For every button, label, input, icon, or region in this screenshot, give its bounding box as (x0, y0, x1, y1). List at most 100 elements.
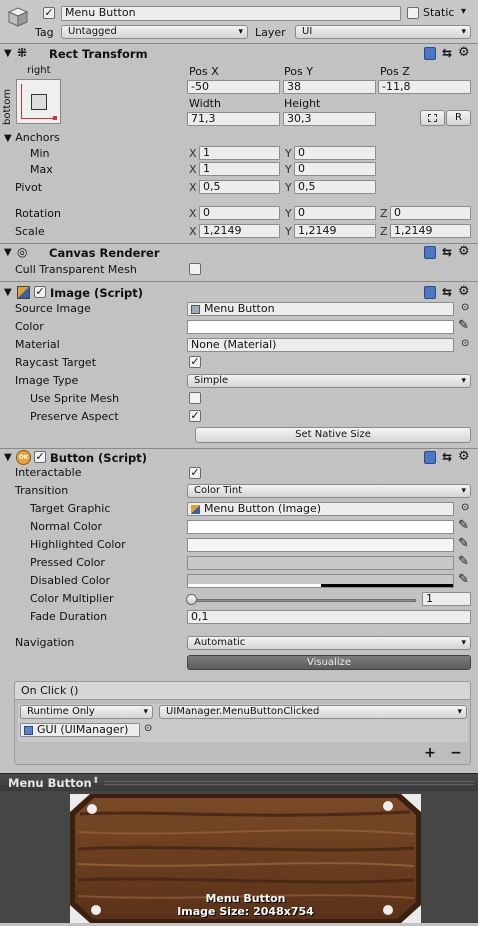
interactable-checkbox[interactable]: ✓ (189, 467, 201, 479)
gear-icon[interactable]: ⚙ (458, 450, 470, 464)
gear-icon[interactable]: ⚙ (458, 46, 470, 60)
target-object-picker-icon[interactable]: ⊙ (144, 723, 152, 734)
visualize-button[interactable]: Visualize (187, 655, 471, 670)
use-sprite-mesh-checkbox[interactable] (189, 392, 201, 404)
target-object-field[interactable]: GUI (UIManager) (20, 723, 140, 737)
color-multiplier-field[interactable]: 1 (422, 592, 471, 606)
gear-icon[interactable]: ⚙ (458, 245, 470, 259)
normal-color-swatch[interactable] (187, 520, 454, 534)
anchor-min-label: Min (30, 147, 50, 160)
rotation-x-field[interactable]: 0 (199, 206, 280, 220)
image-type-dropdown[interactable]: Simple (187, 374, 471, 388)
foldout-arrow-icon[interactable]: ▼ (4, 48, 12, 59)
preview-drag-handle[interactable] (104, 781, 474, 785)
cube-icon (7, 6, 29, 28)
rotation-z-field[interactable]: 0 (390, 206, 471, 220)
eyedropper-icon[interactable]: ✎ (458, 537, 469, 551)
height-field[interactable]: 30,3 (283, 112, 376, 126)
pos-z-field[interactable]: -11,8 (378, 80, 471, 94)
material-field[interactable]: None (Material) (187, 338, 454, 352)
preset-icon[interactable]: ⇆ (442, 286, 452, 299)
button-enabled-checkbox[interactable]: ✓ (34, 451, 46, 463)
pos-y-field[interactable]: 38 (283, 80, 376, 94)
target-graphic-field[interactable]: Menu Button (Image) (187, 502, 454, 516)
fade-duration-field[interactable]: 0,1 (187, 610, 471, 624)
rotation-y-field[interactable]: 0 (294, 206, 376, 220)
runtime-dropdown[interactable]: Runtime Only (20, 705, 153, 719)
preserve-aspect-checkbox[interactable]: ✓ (189, 410, 201, 422)
tag-label: Tag (35, 26, 54, 39)
object-name-field[interactable]: Menu Button (61, 6, 401, 21)
raw-edit-button[interactable]: R (446, 110, 471, 126)
target-graphic-picker-icon[interactable]: ⊙ (461, 502, 469, 513)
help-book-icon[interactable] (424, 246, 436, 259)
function-dropdown[interactable]: UIManager.MenuButtonClicked (159, 705, 467, 719)
static-checkbox[interactable] (407, 7, 419, 19)
rect-transform-title: Rect Transform (49, 47, 148, 61)
blueprint-mode-button[interactable] (420, 110, 445, 126)
cull-transparent-checkbox[interactable] (189, 263, 201, 275)
pivot-y-field[interactable]: 0,5 (294, 180, 376, 194)
sprite-icon (191, 305, 200, 314)
add-listener-button[interactable]: + (419, 746, 441, 762)
inspector-header: ✓ Menu Button Static ▾ Tag Untagged Laye… (0, 0, 478, 44)
transition-dropdown[interactable]: Color Tint (187, 484, 471, 498)
scale-y-axis: Y (285, 225, 292, 238)
disabled-color-swatch[interactable] (187, 574, 454, 588)
scale-z-field[interactable]: 1,2149 (390, 224, 471, 238)
width-field[interactable]: 71,3 (187, 112, 280, 126)
anchors-foldout[interactable]: ▼ Anchors (4, 131, 60, 144)
static-dropdown-icon[interactable]: ▾ (461, 6, 466, 17)
source-image-field[interactable]: Menu Button (187, 302, 454, 316)
image-enabled-checkbox[interactable]: ✓ (34, 286, 46, 298)
eyedropper-icon[interactable]: ✎ (458, 555, 469, 569)
eyedropper-icon[interactable]: ✎ (458, 319, 469, 333)
anchor-max-y-axis: Y (285, 163, 292, 176)
help-book-icon[interactable] (424, 286, 436, 299)
preview-dropdown-icon[interactable]: ⬍ (92, 776, 100, 786)
eyedropper-icon[interactable]: ✎ (458, 519, 469, 533)
anchor-min-y-field[interactable]: 0 (294, 146, 376, 160)
pressed-color-swatch[interactable] (187, 556, 454, 570)
static-label: Static (423, 6, 455, 19)
material-picker-icon[interactable]: ⊙ (461, 338, 469, 349)
navigation-dropdown[interactable]: Automatic (187, 636, 471, 650)
anchor-max-y-field[interactable]: 0 (294, 162, 376, 176)
navigation-label: Navigation (15, 636, 75, 649)
anchor-max-x-field[interactable]: 1 (199, 162, 280, 176)
anchor-preset-label-v: bottom (2, 88, 13, 125)
help-book-icon[interactable] (424, 451, 436, 464)
source-image-picker-icon[interactable]: ⊙ (461, 302, 469, 313)
scale-x-field[interactable]: 1,2149 (199, 224, 280, 238)
active-checkbox[interactable]: ✓ (43, 7, 55, 19)
foldout-arrow-icon[interactable]: ▼ (4, 452, 12, 463)
set-native-size-button[interactable]: Set Native Size (195, 427, 471, 443)
rect-transform-header[interactable]: ▼ ⁜ Rect Transform ⇆ ⚙ (0, 45, 478, 63)
raycast-target-checkbox[interactable]: ✓ (189, 356, 201, 368)
highlighted-color-swatch[interactable] (187, 538, 454, 552)
preset-icon[interactable]: ⇆ (442, 451, 452, 464)
preset-icon[interactable]: ⇆ (442, 246, 452, 259)
interactable-label: Interactable (15, 466, 82, 479)
pivot-x-field[interactable]: 0,5 (199, 180, 280, 194)
scale-y-field[interactable]: 1,2149 (294, 224, 376, 238)
color-multiplier-slider-track[interactable] (190, 599, 416, 602)
foldout-arrow-icon[interactable]: ▼ (4, 247, 12, 258)
pos-x-field[interactable]: -50 (187, 80, 280, 94)
preset-icon[interactable]: ⇆ (442, 47, 452, 60)
button-header[interactable]: ▼ OK ✓ Button (Script) ⇆ ⚙ (0, 449, 478, 467)
source-image-label: Source Image (15, 302, 91, 315)
canvas-renderer-header[interactable]: ▼ ◎ Canvas Renderer ⇆ ⚙ (0, 244, 478, 262)
eyedropper-icon[interactable]: ✎ (458, 573, 469, 587)
anchor-preset-button[interactable] (16, 79, 61, 124)
layer-dropdown[interactable]: UI (295, 25, 471, 39)
help-book-icon[interactable] (424, 47, 436, 60)
gear-icon[interactable]: ⚙ (458, 285, 470, 299)
anchor-min-x-field[interactable]: 1 (199, 146, 280, 160)
foldout-arrow-icon[interactable]: ▼ (4, 287, 12, 298)
tag-dropdown[interactable]: Untagged (61, 25, 248, 39)
color-multiplier-slider-thumb[interactable] (186, 594, 197, 605)
image-header[interactable]: ▼ ✓ Image (Script) ⇆ ⚙ (0, 284, 478, 302)
color-swatch[interactable] (187, 320, 454, 334)
remove-listener-button[interactable]: − (445, 746, 467, 762)
